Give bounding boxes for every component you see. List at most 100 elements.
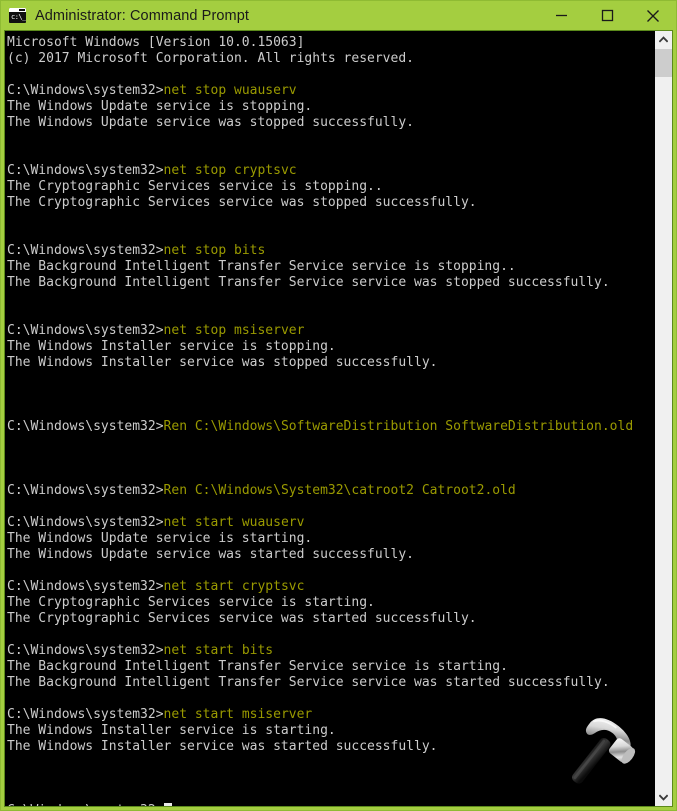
terminal-command-line: C:\Windows\system32>net start cryptsvc (7, 579, 654, 595)
scroll-up-button[interactable] (655, 31, 672, 48)
terminal-output-line: The Windows Installer service is stoppin… (7, 339, 654, 355)
terminal-command-line: C:\Windows\system32>net stop wuauserv (7, 83, 654, 99)
terminal-prompt: C:\Windows\system32> (7, 643, 164, 658)
scroll-down-button[interactable] (655, 789, 672, 806)
terminal-command: net start bits (163, 643, 274, 658)
terminal-output-text: The Cryptographic Services service is st… (7, 595, 375, 610)
terminal-output-line: The Windows Update service is starting. (7, 531, 654, 547)
terminal-output-text: The Cryptographic Services service was s… (7, 611, 477, 626)
terminal-prompt: C:\Windows\system32> (7, 707, 164, 722)
terminal-output-text: The Background Intelligent Transfer Serv… (7, 259, 516, 274)
terminal-output-line: The Background Intelligent Transfer Serv… (7, 659, 654, 675)
terminal-output-text: (c) 2017 Microsoft Corporation. All righ… (7, 51, 414, 66)
terminal-output-line: The Windows Installer service was starte… (7, 739, 654, 755)
terminal-command: net stop cryptsvc (163, 163, 297, 178)
terminal-output[interactable]: Microsoft Windows [Version 10.0.15063] (c… (5, 31, 654, 806)
terminal-command-line: C:\Windows\system32>net stop msiserver (7, 323, 654, 339)
terminal-output-line: The Background Intelligent Transfer Serv… (7, 259, 654, 275)
terminal-command: Ren C:\Windows\System32\catroot2 Catroot… (163, 483, 516, 498)
terminal-prompt: C:\Windows\system32> (7, 243, 164, 258)
terminal-output-text: The Windows Installer service is stoppin… (7, 339, 336, 354)
terminal-output-line: The Cryptographic Services service is st… (7, 595, 654, 611)
terminal-output-line: (c) 2017 Microsoft Corporation. All righ… (7, 51, 654, 67)
maximize-button[interactable] (584, 1, 630, 30)
terminal-output-line: Microsoft Windows [Version 10.0.15063] (7, 35, 654, 51)
terminal-output-line: The Windows Installer service is startin… (7, 723, 654, 739)
terminal-output-text: The Background Intelligent Transfer Serv… (7, 659, 508, 674)
chevron-up-icon (659, 36, 668, 43)
window-controls (538, 1, 676, 30)
terminal-output-line: The Cryptographic Services service is st… (7, 179, 654, 195)
terminal-output-text: The Windows Installer service is startin… (7, 723, 336, 738)
terminal-command-line: C:\Windows\system32>net start msiserver (7, 707, 654, 723)
terminal-prompt: C:\Windows\system32> (7, 483, 164, 498)
terminal-output-line: The Windows Installer service was stoppe… (7, 355, 654, 371)
terminal-prompt: C:\Windows\system32> (7, 323, 164, 338)
command-prompt-window: c:\_ Administrator: Command Prompt Micro… (0, 0, 677, 811)
terminal-prompt: C:\Windows\system32> (7, 83, 164, 98)
title-bar[interactable]: c:\_ Administrator: Command Prompt (1, 1, 676, 30)
terminal-prompt: C:\Windows\system32> (7, 163, 164, 178)
terminal-output-text: The Windows Installer service was starte… (7, 739, 438, 754)
terminal-command-line: C:\Windows\system32>Ren C:\Windows\Softw… (7, 419, 654, 435)
terminal-output-text: The Background Intelligent Transfer Serv… (7, 675, 610, 690)
maximize-icon (601, 9, 613, 22)
terminal-command-line: C:\Windows\system32>net start wuauserv (7, 515, 654, 531)
terminal-command-line: C:\Windows\system32>net stop cryptsvc (7, 163, 654, 179)
terminal-command-line: C:\Windows\system32>Ren C:\Windows\Syste… (7, 483, 654, 499)
terminal-output-line: The Windows Update service is stopping. (7, 99, 654, 115)
terminal-command-line: C:\Windows\system32>net stop bits (7, 243, 654, 259)
terminal-prompt: C:\Windows\system32> (7, 803, 164, 806)
terminal-prompt: C:\Windows\system32> (7, 579, 164, 594)
terminal-output-text: The Windows Installer service was stoppe… (7, 355, 438, 370)
terminal-output-line: The Cryptographic Services service was s… (7, 195, 654, 211)
terminal-output-text: The Windows Update service is stopping. (7, 99, 313, 114)
terminal-command: Ren C:\Windows\SoftwareDistribution Soft… (163, 419, 634, 434)
window-title: Administrator: Command Prompt (35, 7, 250, 24)
minimize-icon (555, 14, 567, 17)
terminal-command: net start msiserver (163, 707, 313, 722)
terminal-output-text: The Windows Update service is starting. (7, 531, 313, 546)
terminal-active-prompt-line: C:\Windows\system32> (7, 803, 654, 806)
terminal-lines: Microsoft Windows [Version 10.0.15063] (c… (7, 35, 654, 806)
terminal-prompt: C:\Windows\system32> (7, 419, 164, 434)
terminal-output-text: The Cryptographic Services service is st… (7, 179, 383, 194)
text-cursor (163, 803, 172, 806)
terminal-command: net stop msiserver (163, 323, 305, 338)
minimize-button[interactable] (538, 1, 584, 30)
terminal-output-line: The Windows Update service was started s… (7, 547, 654, 563)
terminal-output-text: The Windows Update service was stopped s… (7, 115, 414, 130)
terminal-command-line: C:\Windows\system32>net start bits (7, 643, 654, 659)
terminal-command: net start cryptsvc (163, 579, 305, 594)
terminal-output-text: The Cryptographic Services service was s… (7, 195, 477, 210)
vertical-scrollbar[interactable] (654, 31, 672, 806)
terminal-command: net start wuauserv (163, 515, 305, 530)
terminal-output-text: Microsoft Windows [Version 10.0.15063] (7, 35, 305, 50)
terminal-output-text: The Windows Update service was started s… (7, 547, 414, 562)
close-button[interactable] (630, 1, 676, 30)
terminal-prompt: C:\Windows\system32> (7, 515, 164, 530)
close-icon (647, 9, 659, 22)
terminal-output-line: The Background Intelligent Transfer Serv… (7, 275, 654, 291)
scrollbar-thumb[interactable] (655, 49, 672, 77)
terminal-output-line: The Cryptographic Services service was s… (7, 611, 654, 627)
